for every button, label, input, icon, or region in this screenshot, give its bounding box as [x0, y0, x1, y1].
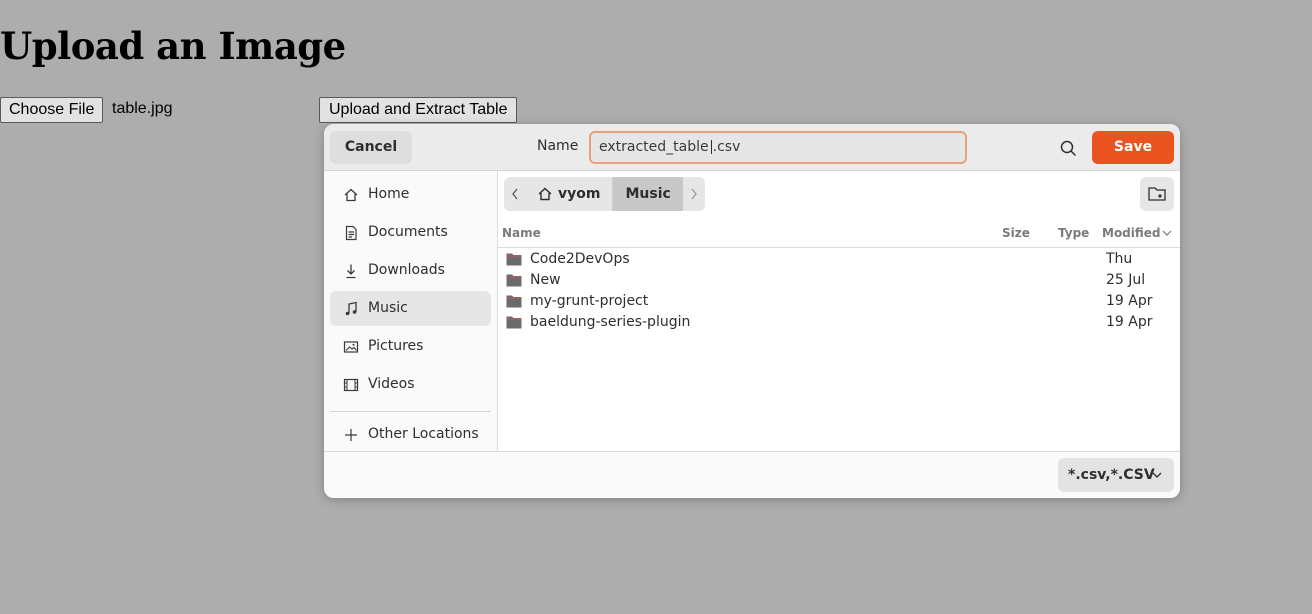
path-crumb-label: vyom [558, 186, 601, 202]
folder-icon [506, 274, 522, 287]
folder-icon [506, 295, 522, 308]
path-bar: vyom Music [504, 177, 705, 211]
download-icon [346, 264, 356, 279]
search-icon [1060, 140, 1076, 156]
plus-icon [345, 429, 357, 441]
sidebar-item-label: Music [368, 300, 408, 316]
file-type-filter-label: *.csv,*.CSV [1068, 467, 1155, 483]
chevron-right-icon [691, 188, 697, 200]
home-icon [538, 187, 552, 201]
picture-icon [343, 341, 359, 353]
sidebar-item-pictures[interactable]: Pictures [330, 329, 491, 364]
path-back-button[interactable] [504, 177, 526, 211]
folder-icon [506, 316, 522, 329]
path-crumb-current[interactable]: Music [613, 177, 683, 211]
places-sidebar: Home Documents Downloads Music Pictures … [324, 171, 498, 451]
filename-text-after-caret: .csv [712, 139, 741, 155]
music-icon [345, 301, 357, 316]
file-list-header: Name Size Type Modified [498, 218, 1180, 248]
sidebar-item-music[interactable]: Music [330, 291, 491, 326]
column-type[interactable]: Type [1058, 226, 1089, 240]
file-name: baeldung-series-plugin [530, 314, 691, 330]
column-name[interactable]: Name [502, 226, 541, 240]
sidebar-item-other-locations[interactable]: Other Locations [330, 417, 491, 452]
file-name: Code2DevOps [530, 251, 630, 267]
sidebar-item-label: Other Locations [368, 426, 479, 442]
sidebar-item-videos[interactable]: Videos [330, 367, 491, 402]
column-size[interactable]: Size [1002, 226, 1030, 240]
file-modified: 19 Apr [1106, 293, 1153, 309]
file-modified: 25 Jul [1106, 272, 1146, 288]
chevron-down-icon [1162, 230, 1172, 236]
column-modified[interactable]: Modified [1102, 226, 1161, 240]
sidebar-divider [330, 411, 491, 412]
sidebar-item-documents[interactable]: Documents [330, 215, 491, 250]
file-list: Name Size Type Modified Code2DevOps Thu … [498, 218, 1180, 451]
sidebar-item-label: Documents [368, 224, 448, 240]
filename-text-before-caret: extracted_table [599, 139, 709, 155]
folder-icon [506, 253, 522, 266]
file-row[interactable]: my-grunt-project 19 Apr [498, 291, 1180, 312]
sidebar-item-downloads[interactable]: Downloads [330, 253, 491, 288]
home-icon [344, 188, 358, 202]
sidebar-item-label: Home [368, 186, 410, 202]
sidebar-item-home[interactable]: Home [330, 177, 491, 212]
path-crumb-label: Music [625, 186, 671, 202]
chevron-down-icon [1152, 472, 1162, 478]
path-forward-button[interactable] [683, 177, 705, 211]
choose-file-button[interactable]: Choose File [0, 97, 104, 123]
page-title: Upload an Image [0, 24, 346, 68]
path-crumb-home[interactable]: vyom [526, 177, 614, 211]
sidebar-item-label: Videos [368, 376, 415, 392]
file-modified: Thu [1106, 251, 1133, 267]
new-folder-button[interactable] [1140, 177, 1174, 211]
search-button[interactable] [1054, 134, 1082, 162]
save-button[interactable]: Save [1092, 131, 1174, 164]
upload-extract-button[interactable]: Upload and Extract Table [319, 97, 518, 123]
file-type-filter[interactable]: *.csv,*.CSV [1058, 458, 1174, 492]
cancel-button[interactable]: Cancel [330, 131, 412, 164]
file-modified: 19 Apr [1106, 314, 1153, 330]
save-file-dialog: Cancel Name extracted_table .csv Save Hom… [324, 124, 1180, 498]
file-name: my-grunt-project [530, 293, 649, 309]
file-row[interactable]: New 25 Jul [498, 270, 1180, 291]
document-icon [345, 225, 357, 241]
text-caret [710, 140, 712, 154]
sidebar-item-label: Downloads [368, 262, 445, 278]
file-name: New [530, 272, 561, 288]
dialog-headerbar: Cancel Name extracted_table .csv Save [324, 124, 1180, 171]
filename-input[interactable]: extracted_table .csv [589, 131, 967, 164]
name-label: Name [537, 138, 579, 154]
new-folder-icon [1148, 187, 1166, 201]
dialog-footer: *.csv,*.CSV [324, 451, 1180, 498]
video-icon [343, 378, 359, 392]
file-row[interactable]: Code2DevOps Thu [498, 249, 1180, 270]
selected-file-name: table.jpg [112, 100, 173, 117]
sidebar-item-label: Pictures [368, 338, 424, 354]
chevron-left-icon [512, 188, 518, 200]
file-row[interactable]: baeldung-series-plugin 19 Apr [498, 312, 1180, 333]
